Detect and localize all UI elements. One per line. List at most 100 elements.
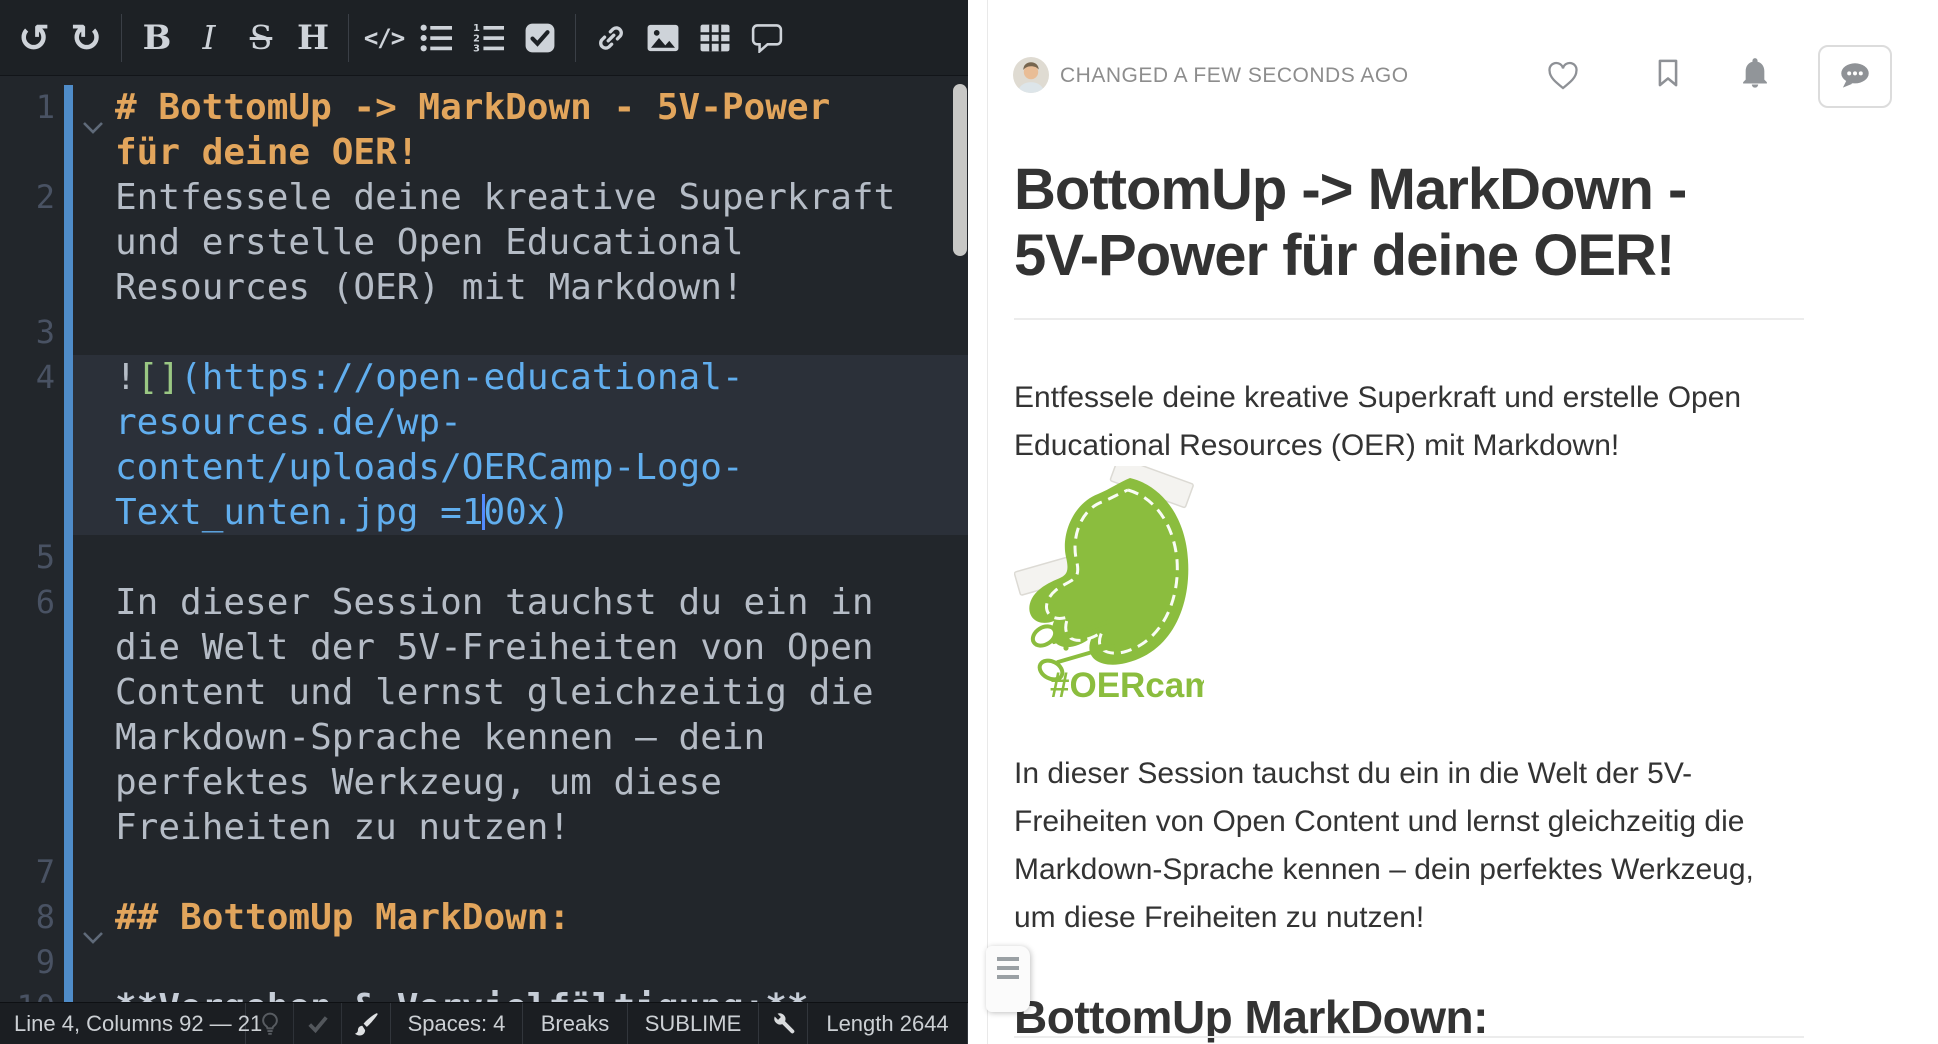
code-token: Resources (OER) mit Markdown!: [115, 267, 744, 308]
editor-line[interactable]: 5: [0, 535, 968, 580]
numbered-list-icon: 123: [472, 23, 504, 53]
line-content[interactable]: resources.de/wp-: [73, 400, 968, 445]
bullet-list-button[interactable]: [410, 9, 462, 67]
editor-line[interactable]: Text_unten.jpg =100x): [0, 490, 968, 535]
editor-line[interactable]: für deine OER!: [0, 130, 968, 175]
editor-line[interactable]: 9: [0, 940, 968, 985]
line-number: [0, 715, 55, 760]
strikethrough-button[interactable]: S: [235, 9, 287, 67]
line-content[interactable]: ## BottomUp MarkDown:: [73, 895, 968, 940]
notifications-bell-button[interactable]: [1740, 57, 1770, 94]
editor-scrollbar-thumb[interactable]: [953, 84, 967, 256]
section-divider: [1014, 1036, 1804, 1038]
line-number: [0, 265, 55, 310]
toolbar-divider: [348, 14, 349, 62]
line-content[interactable]: Resources (OER) mit Markdown!: [73, 265, 968, 310]
line-content[interactable]: In dieser Session tauchst du ein in: [73, 580, 968, 625]
editor-line[interactable]: 8## BottomUp MarkDown:: [0, 895, 968, 940]
line-content[interactable]: Freiheiten zu nutzen!: [73, 805, 968, 850]
editor-line[interactable]: 2Entfessele deine kreative Superkraft: [0, 175, 968, 220]
code-editor[interactable]: 1# BottomUp -> MarkDown - 5V-Powerfür de…: [0, 77, 968, 1002]
editor-line[interactable]: 3: [0, 310, 968, 355]
toc-toggle-tab[interactable]: [986, 946, 1030, 1012]
line-content[interactable]: und erstelle Open Educational: [73, 220, 968, 265]
theme-toggle[interactable]: [342, 1003, 391, 1044]
line-number: [0, 625, 55, 670]
authorship-bar: [64, 130, 73, 175]
bookmark-button[interactable]: [1654, 58, 1682, 93]
editor-line[interactable]: und erstelle Open Educational: [0, 220, 968, 265]
comments-button[interactable]: [1818, 45, 1892, 108]
title-divider: [1014, 318, 1804, 320]
numbered-list-button[interactable]: 123: [462, 9, 514, 67]
line-content[interactable]: die Welt der 5V-Freiheiten von Open: [73, 625, 968, 670]
italic-button[interactable]: I: [183, 9, 235, 67]
author-avatar[interactable]: [1013, 57, 1049, 93]
avatar-photo: [1013, 57, 1049, 93]
comment-button[interactable]: [741, 9, 793, 67]
spellcheck-toggle[interactable]: [294, 1003, 342, 1044]
editor-toolbar: ↺↻ BISH </> 123: [0, 0, 968, 76]
line-content[interactable]: Content und lernst gleichzeitig die: [73, 670, 968, 715]
heading-button[interactable]: H: [287, 9, 339, 67]
line-content[interactable]: Entfessele deine kreative Superkraft: [73, 175, 968, 220]
code-block-button[interactable]: </>: [358, 9, 410, 67]
editor-line[interactable]: die Welt der 5V-Freiheiten von Open: [0, 625, 968, 670]
line-content[interactable]: für deine OER!: [73, 130, 968, 175]
editor-line[interactable]: Freiheiten zu nutzen!: [0, 805, 968, 850]
code-token: perfektes Werkzeug, um diese: [115, 762, 722, 803]
editor-line[interactable]: 7: [0, 850, 968, 895]
linebreaks-setting[interactable]: Breaks: [523, 1003, 628, 1044]
undo-button[interactable]: ↺: [8, 9, 60, 67]
oercamp-logo: #OERcamp: [1014, 466, 1204, 704]
editor-line[interactable]: resources.de/wp-: [0, 400, 968, 445]
night-mode-toggle[interactable]: [246, 1003, 294, 1044]
lightbulb-icon: [259, 1012, 281, 1036]
redo-button[interactable]: ↻: [60, 9, 112, 67]
editor-line[interactable]: Markdown-Sprache kennen – dein: [0, 715, 968, 760]
editor-line[interactable]: Resources (OER) mit Markdown!: [0, 265, 968, 310]
keymap-setting[interactable]: SUBLIME: [628, 1003, 759, 1044]
authorship-bar: [64, 760, 73, 805]
pane-divider[interactable]: [968, 0, 988, 1044]
editor-line[interactable]: 1# BottomUp -> MarkDown - 5V-Power: [0, 85, 968, 130]
code-token: Freiheiten zu nutzen!: [115, 807, 570, 848]
line-content[interactable]: [73, 535, 968, 580]
editor-line[interactable]: Content und lernst gleichzeitig die: [0, 670, 968, 715]
line-content[interactable]: # BottomUp -> MarkDown - 5V-Power: [73, 85, 968, 130]
line-number: [0, 670, 55, 715]
checklist-button[interactable]: [514, 9, 566, 67]
editor-line[interactable]: 10**Vorgehen & Vervielfältigung:**: [0, 985, 968, 1002]
line-content[interactable]: Markdown-Sprache kennen – dein: [73, 715, 968, 760]
editor-line[interactable]: content/uploads/OERCamp-Logo-: [0, 445, 968, 490]
insert-table-button[interactable]: [689, 9, 741, 67]
line-content[interactable]: perfektes Werkzeug, um diese: [73, 760, 968, 805]
strikethrough-icon: S: [250, 18, 273, 57]
line-content[interactable]: Text_unten.jpg =100x): [73, 490, 968, 535]
line-number: [0, 220, 55, 265]
favorite-heart-button[interactable]: [1546, 59, 1580, 96]
line-content[interactable]: content/uploads/OERCamp-Logo-: [73, 445, 968, 490]
authorship-bar: [64, 175, 73, 220]
line-content[interactable]: [73, 850, 968, 895]
editor-line[interactable]: perfektes Werkzeug, um diese: [0, 760, 968, 805]
editor-preferences[interactable]: [759, 1003, 808, 1044]
authorship-bar: [64, 310, 73, 355]
toolbar-divider: [575, 14, 576, 62]
line-content[interactable]: **Vorgehen & Vervielfältigung:**: [73, 985, 968, 1002]
heading-icon: H: [297, 18, 329, 58]
line-content[interactable]: [73, 310, 968, 355]
authorship-bar: [64, 445, 73, 490]
code-token: Text_unten.jpg =1: [115, 492, 483, 533]
bold-button[interactable]: B: [131, 9, 183, 67]
editor-line[interactable]: 6In dieser Session tauchst du ein in: [0, 580, 968, 625]
editor-line[interactable]: 4![](https://open-educational-: [0, 355, 968, 400]
authorship-bar: [64, 355, 73, 400]
comment-bubble-dots-icon: [1836, 60, 1874, 93]
line-content[interactable]: ![](https://open-educational-: [73, 355, 968, 400]
insert-link-button[interactable]: [585, 9, 637, 67]
authorship-bar: [64, 670, 73, 715]
line-content[interactable]: [73, 940, 968, 985]
indent-setting[interactable]: Spaces: 4: [391, 1003, 523, 1044]
insert-image-button[interactable]: [637, 9, 689, 67]
